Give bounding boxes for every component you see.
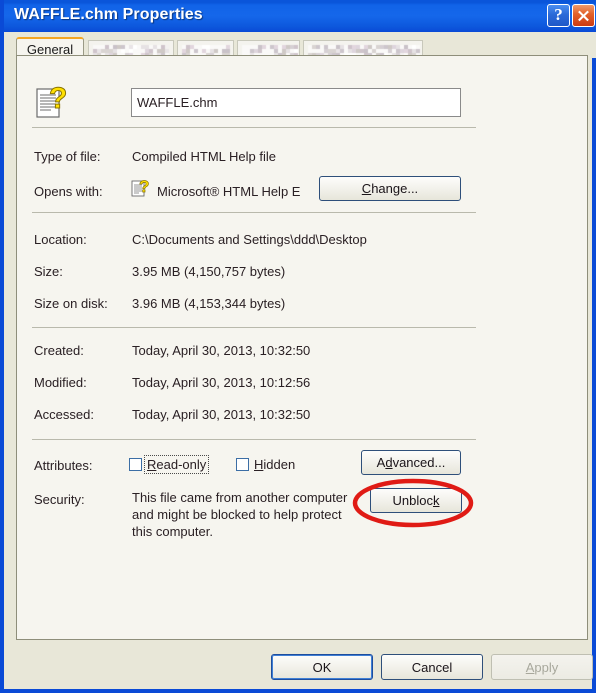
- general-tab-panel: ? Type of file: Compiled HTML Help file …: [16, 55, 588, 640]
- window-title: WAFFLE.chm Properties: [14, 6, 203, 23]
- unblock-button-label: Unblock: [392, 493, 440, 508]
- advanced-button-label: Advanced...: [376, 455, 446, 470]
- unblock-button[interactable]: Unblock: [370, 488, 462, 513]
- hidden-checkbox-label: Hidden: [254, 457, 296, 472]
- apply-button[interactable]: Apply: [491, 654, 593, 680]
- separator-1: [32, 127, 476, 128]
- value-type-of-file: Compiled HTML Help file: [132, 149, 277, 164]
- label-created: Created:: [34, 343, 84, 358]
- label-security: Security:: [34, 492, 85, 507]
- ok-button-label: OK: [312, 659, 332, 675]
- readonly-checkbox-label: Read-only: [143, 455, 210, 474]
- properties-dialog-window: WAFFLE.chm Properties ? General ? WAFFLE…: [0, 0, 596, 693]
- value-location: C:\Documents and Settings\ddd\Desktop: [132, 232, 367, 247]
- close-x-glyph: [578, 10, 589, 22]
- value-opens-with: Microsoft® HTML Help E: [157, 184, 301, 199]
- titlebar-button-group: ?: [547, 4, 595, 27]
- help-icon[interactable]: ?: [547, 4, 570, 27]
- security-description-line-3: this computer.: [132, 524, 213, 539]
- chm-help-file-icon: ?: [36, 82, 68, 118]
- separator-4: [32, 439, 476, 440]
- label-type-of-file: Type of file:: [34, 149, 101, 164]
- apply-button-label: Apply: [525, 659, 559, 675]
- readonly-checkbox-box[interactable]: [129, 458, 142, 471]
- ok-button[interactable]: OK: [271, 654, 373, 680]
- value-size: 3.95 MB (4,150,757 bytes): [132, 264, 286, 279]
- label-modified: Modified:: [34, 375, 87, 390]
- change-button[interactable]: Change...: [319, 176, 461, 201]
- label-opens-with: Opens with:: [34, 184, 103, 199]
- separator-2: [32, 212, 476, 213]
- dialog-button-bar: OK Cancel Apply: [4, 645, 596, 693]
- value-accessed: Today, April 30, 2013, 10:32:50: [132, 407, 311, 422]
- opens-with-app-icon: ?: [131, 177, 150, 197]
- close-icon[interactable]: [572, 4, 595, 27]
- title-bar[interactable]: WAFFLE.chm Properties ?: [4, 0, 596, 32]
- security-description: This file came from another computer and…: [132, 489, 372, 540]
- hidden-checkbox[interactable]: Hidden: [236, 456, 297, 473]
- value-modified: Today, April 30, 2013, 10:12:56: [132, 375, 311, 390]
- readonly-checkbox[interactable]: Read-only: [129, 455, 210, 474]
- label-accessed: Accessed:: [34, 407, 94, 422]
- value-created: Today, April 30, 2013, 10:32:50: [132, 343, 311, 358]
- security-description-line-1: This file came from another computer: [132, 490, 348, 505]
- hidden-checkbox-box[interactable]: [236, 458, 249, 471]
- label-location: Location:: [34, 232, 87, 247]
- label-size: Size:: [34, 264, 63, 279]
- separator-3: [32, 327, 476, 328]
- label-attributes: Attributes:: [34, 458, 93, 473]
- value-size-on-disk: 3.96 MB (4,153,344 bytes): [132, 296, 286, 311]
- advanced-button[interactable]: Advanced...: [361, 450, 461, 475]
- svg-text:?: ?: [139, 177, 149, 196]
- svg-text:?: ?: [49, 82, 67, 115]
- change-button-label: Change...: [361, 181, 419, 196]
- help-question-mark: ?: [554, 5, 563, 24]
- label-size-on-disk: Size on disk:: [34, 296, 108, 311]
- security-description-line-2: and might be blocked to help protect: [132, 507, 342, 522]
- cancel-button[interactable]: Cancel: [381, 654, 483, 680]
- filename-input[interactable]: [131, 88, 461, 117]
- cancel-button-label: Cancel: [411, 659, 453, 675]
